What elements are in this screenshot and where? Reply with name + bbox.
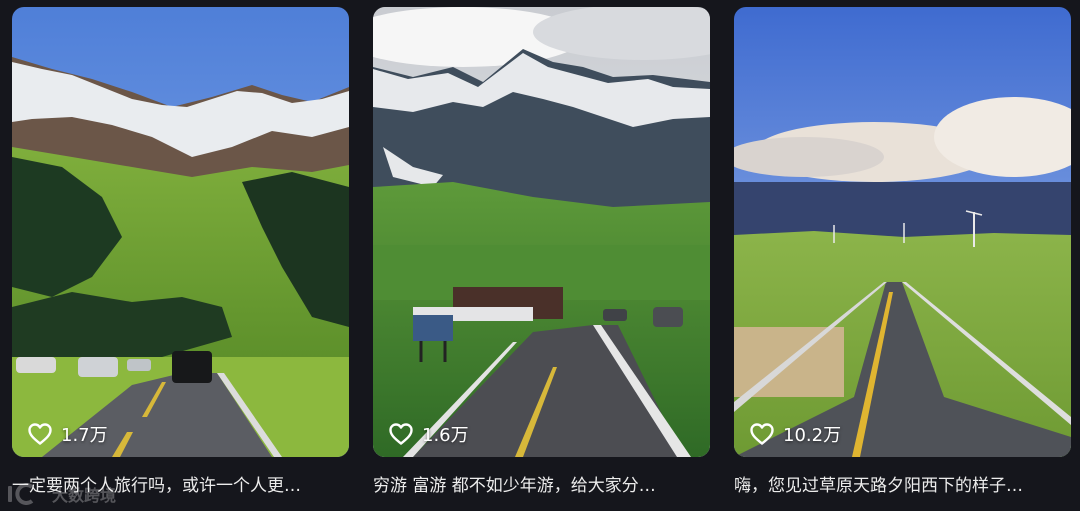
video-thumbnail-grassland-road [373, 7, 710, 457]
video-card-1[interactable]: 1.7万 [12, 7, 349, 457]
like-count: 10.2万 [750, 421, 841, 447]
like-count-value: 1.7万 [61, 425, 108, 446]
video-caption-3[interactable]: 嗨，您见过草原天路夕阳西下的样子… [734, 474, 1074, 498]
heart-outline-icon [389, 423, 413, 445]
video-card-3[interactable]: 10.2万 [734, 7, 1071, 457]
video-feed-grid: 1.7万 1.6万 10.2万 一定要两个人旅行吗，或许一个人更… 穷游 富游 … [0, 0, 1080, 511]
heart-outline-icon [750, 423, 774, 445]
video-thumbnail-mountain-road [12, 7, 349, 457]
watermark: 大数跨境 [6, 482, 116, 506]
heart-outline-icon [28, 423, 52, 445]
like-count: 1.6万 [389, 421, 469, 447]
like-count-value: 10.2万 [783, 425, 842, 446]
like-count: 1.7万 [28, 421, 108, 447]
ic-logo-icon [8, 483, 34, 505]
video-caption-2[interactable]: 穷游 富游 都不如少年游，给大家分… [373, 474, 713, 498]
video-thumbnail-prairie-sky-road [734, 7, 1071, 457]
video-card-2[interactable]: 1.6万 [373, 7, 710, 457]
watermark-text: 大数跨境 [52, 486, 117, 505]
like-count-value: 1.6万 [422, 425, 469, 446]
